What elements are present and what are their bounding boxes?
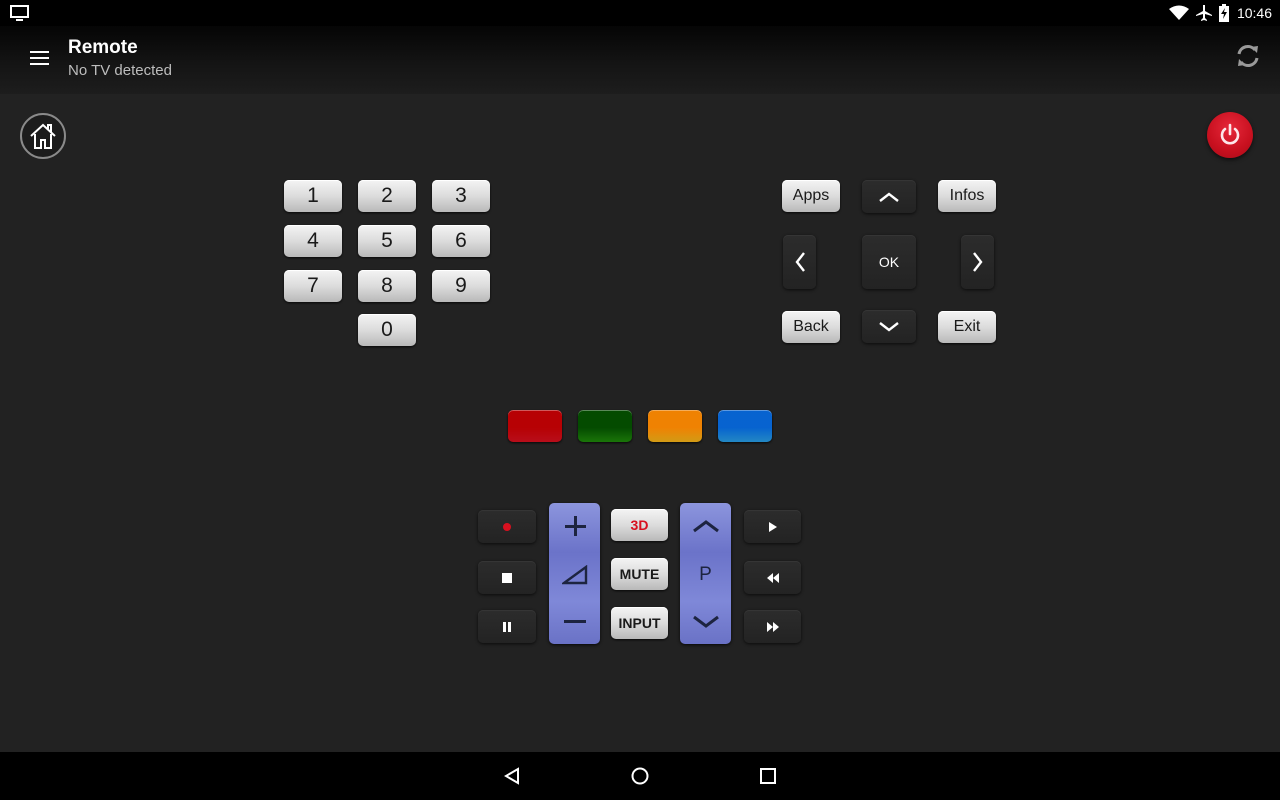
refresh-button[interactable] [1234, 42, 1262, 70]
stop-icon [502, 572, 512, 583]
number-key-0[interactable]: 0 [358, 314, 416, 346]
status-bar: 10:46 [0, 0, 1280, 26]
app-title: Remote [68, 37, 138, 58]
minus-icon [563, 619, 586, 623]
blue-key[interactable] [718, 410, 772, 442]
nav-up-button[interactable] [862, 180, 916, 213]
hamburger-menu-icon [30, 51, 49, 53]
power-icon [1220, 123, 1240, 145]
system-recents-button[interactable] [754, 762, 782, 790]
chevron-up-icon [879, 191, 899, 202]
connection-status: No TV detected [68, 62, 172, 79]
hamburger-menu-icon-bar [30, 57, 49, 59]
number-key-9[interactable]: 9 [432, 270, 490, 302]
number-key-7[interactable]: 7 [284, 270, 342, 302]
channel-label: P [699, 564, 712, 585]
tv-home-button[interactable] [20, 113, 66, 159]
tv-monitor-icon [10, 5, 29, 21]
fast-forward-icon [766, 621, 779, 632]
chevron-down-icon [879, 321, 899, 332]
back-button[interactable]: Back [782, 311, 840, 343]
number-key-2[interactable]: 2 [358, 180, 416, 212]
recents-square-icon [760, 768, 776, 784]
channel-rocker: P [680, 503, 731, 644]
system-back-button[interactable] [498, 762, 526, 790]
menu-button[interactable] [26, 44, 54, 72]
nav-down-button[interactable] [862, 310, 916, 343]
plus-icon [564, 516, 586, 536]
green-key[interactable] [578, 410, 632, 442]
number-key-8[interactable]: 8 [358, 270, 416, 302]
infos-button[interactable]: Infos [938, 180, 996, 212]
chevron-up-icon [692, 520, 719, 533]
chevron-right-icon [972, 252, 983, 272]
channel-down-button[interactable] [680, 599, 731, 644]
rewind-button[interactable] [744, 561, 801, 594]
system-home-button[interactable] [626, 762, 654, 790]
red-key[interactable] [508, 410, 562, 442]
volume-rocker [549, 503, 600, 644]
3d-button[interactable]: 3D [611, 509, 668, 541]
hamburger-menu-icon-bar [30, 63, 49, 65]
play-icon [768, 521, 777, 532]
ok-button[interactable]: OK [862, 235, 916, 289]
back-triangle-icon [504, 767, 519, 785]
yellow-key[interactable] [648, 410, 702, 442]
rewind-icon [766, 572, 779, 583]
battery-charging-icon [1218, 4, 1229, 22]
volume-indicator [549, 555, 600, 595]
number-key-4[interactable]: 4 [284, 225, 342, 257]
volume-down-button[interactable] [549, 599, 600, 644]
nav-right-button[interactable] [961, 235, 994, 289]
chevron-down-icon [692, 615, 719, 628]
power-button[interactable] [1207, 112, 1253, 158]
pause-icon [503, 621, 511, 632]
fast-forward-button[interactable] [744, 610, 801, 643]
wifi-icon [1168, 5, 1189, 20]
nav-left-button[interactable] [783, 235, 816, 289]
input-button[interactable]: INPUT [611, 607, 668, 639]
stop-button[interactable] [478, 561, 536, 594]
clock: 10:46 [1236, 5, 1272, 21]
pause-button[interactable] [478, 610, 536, 643]
home-circle-icon [631, 767, 649, 785]
status-icons: 10:46 [1168, 3, 1272, 23]
home-icon [30, 123, 56, 149]
record-icon [503, 522, 511, 531]
remote-screen: 10:46 Remote No TV detected 1 2 3 4 5 6 … [0, 0, 1280, 800]
number-key-5[interactable]: 5 [358, 225, 416, 257]
chevron-left-icon [794, 252, 805, 272]
mute-button[interactable]: MUTE [611, 558, 668, 590]
play-button[interactable] [744, 510, 801, 543]
system-nav-bar [0, 752, 1280, 800]
number-key-6[interactable]: 6 [432, 225, 490, 257]
volume-up-button[interactable] [549, 503, 600, 549]
record-button[interactable] [478, 510, 536, 543]
app-bar: Remote No TV detected [0, 26, 1280, 94]
volume-triangle-icon [561, 565, 587, 585]
number-key-1[interactable]: 1 [284, 180, 342, 212]
airplane-icon [1195, 5, 1212, 21]
number-key-3[interactable]: 3 [432, 180, 490, 212]
apps-button[interactable]: Apps [782, 180, 840, 212]
channel-up-button[interactable] [680, 503, 731, 549]
exit-button[interactable]: Exit [938, 311, 996, 343]
